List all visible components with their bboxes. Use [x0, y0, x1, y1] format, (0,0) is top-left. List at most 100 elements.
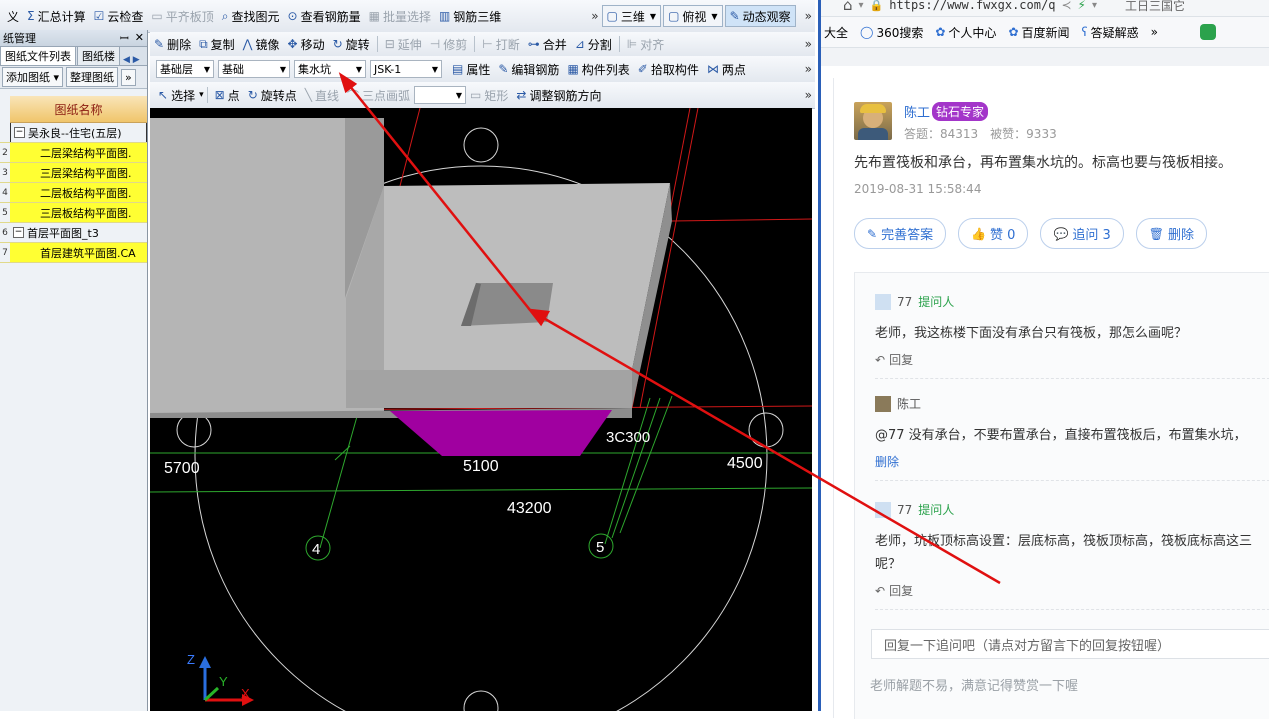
- improve-answer-button[interactable]: ✎ 完善答案: [854, 218, 947, 249]
- component-name-combo[interactable]: JSK-1 ▼: [370, 60, 442, 78]
- collapse-icon[interactable]: −: [14, 127, 25, 138]
- draw-button-6[interactable]: ⇄ 调整钢筋方向: [512, 85, 605, 105]
- main-button-1[interactable]: Σ 汇总计算: [23, 6, 90, 26]
- bookmark-item-1[interactable]: ◯ 360搜索: [860, 24, 923, 41]
- bookmarks-more-icon[interactable]: »: [1151, 25, 1158, 39]
- draw-button-0[interactable]: ↖ 选择: [154, 85, 199, 105]
- commenter-name[interactable]: 陈工: [897, 395, 921, 412]
- follow-up-button[interactable]: 💬 追问 3: [1040, 218, 1124, 249]
- orbit-handle-left[interactable]: [176, 412, 212, 448]
- drawing-name-cell[interactable]: 二层梁结构平面图.: [10, 143, 147, 162]
- toolbar-overflow-icon[interactable]: »: [588, 9, 601, 23]
- edit-button-9[interactable]: ⊿ 分割: [571, 34, 616, 54]
- prop-button-3[interactable]: ✐ 拾取构件: [634, 59, 703, 79]
- edit-overflow-icon[interactable]: »: [802, 37, 815, 51]
- avatar[interactable]: [854, 102, 892, 140]
- edit-button-2[interactable]: ⋀ 镜像: [239, 34, 284, 54]
- drawing-row[interactable]: 4 二层板结构平面图.: [0, 183, 147, 203]
- lightning-icon[interactable]: ⚡: [1078, 0, 1086, 12]
- main-button-4[interactable]: ⌕ 查找图元: [218, 6, 284, 26]
- commenter-avatar[interactable]: [875, 501, 891, 518]
- tab-fragment[interactable]: 工日三国它: [1125, 0, 1185, 14]
- 3d-viewport[interactable]: 4 5 5700 5100 3C300 4500 43200 Z Y X: [150, 108, 812, 711]
- collapse-icon[interactable]: −: [13, 227, 24, 238]
- comment-action[interactable]: ↶ 回复: [875, 351, 1269, 368]
- drawing-name-cell[interactable]: − 首层平面图_t3: [10, 223, 147, 242]
- tab-drawing-files[interactable]: 图纸文件列表: [0, 46, 76, 65]
- main-button-5[interactable]: ⊙ 查看钢筋量: [284, 6, 365, 26]
- commenter-name[interactable]: 77: [897, 295, 912, 309]
- main-button-2[interactable]: ☑ 云检查: [90, 6, 148, 26]
- row-index: 7: [2, 247, 8, 258]
- commenter-avatar[interactable]: [875, 293, 891, 310]
- orbit-handle-bottom[interactable]: [463, 690, 499, 711]
- view-dropdown-icon[interactable]: ▼: [711, 12, 717, 21]
- prop-button-0[interactable]: ▤ 属性: [448, 59, 494, 79]
- drawing-name-cell[interactable]: 三层梁结构平面图.: [10, 163, 147, 182]
- edit-button-1[interactable]: ⧉ 复制: [195, 34, 239, 54]
- tab-scroll-arrows-icon[interactable]: ◀ ▶: [123, 55, 140, 65]
- url-text[interactable]: https://www.fwxgx.com/q: [889, 0, 1055, 12]
- prop-button-4[interactable]: ⋈ 两点: [703, 59, 750, 79]
- toolbar-overflow-icon-2[interactable]: »: [802, 9, 815, 23]
- comment-action[interactable]: 删除: [875, 453, 1269, 470]
- component-type-combo[interactable]: 集水坑 ▼: [294, 60, 366, 78]
- edit-button-0[interactable]: ✎ 删除: [150, 34, 195, 54]
- drawing-name-cell[interactable]: 三层板结构平面图.: [10, 203, 147, 222]
- drawing-name-cell[interactable]: 二层板结构平面图.: [10, 183, 147, 202]
- author-name[interactable]: 陈工: [904, 102, 930, 121]
- category-combo[interactable]: 基础 ▼: [218, 60, 290, 78]
- view-button-0[interactable]: ▢ 三维 ▼: [601, 5, 662, 27]
- pin-icon[interactable]: ꟷ: [120, 31, 129, 46]
- main-button-1-icon: Σ: [27, 9, 35, 23]
- prop-button-2[interactable]: ▦ 构件列表: [563, 59, 633, 79]
- reply-box[interactable]: 回复一下追问吧（请点对方留言下的回复按钮喔）: [871, 629, 1269, 659]
- like-button[interactable]: 👍 赞 0: [958, 218, 1029, 249]
- drawing-row[interactable]: 3 三层梁结构平面图.: [0, 163, 147, 183]
- drawing-row[interactable]: 5 三层板结构平面图.: [0, 203, 147, 223]
- main-button-7[interactable]: ▥ 钢筋三维: [435, 6, 505, 26]
- close-icon[interactable]: ✕: [135, 31, 144, 46]
- orbit-handle-top[interactable]: [463, 127, 499, 163]
- drawing-name-cell[interactable]: − 吴永良--住宅(五层): [10, 123, 147, 142]
- edit-button-4[interactable]: ↻ 旋转: [329, 34, 374, 54]
- commenter-avatar[interactable]: [875, 395, 891, 412]
- draw-button-2[interactable]: ↻ 旋转点: [244, 85, 301, 105]
- delete-button[interactable]: 🗑 删除: [1135, 218, 1208, 249]
- tab-drawing-floors[interactable]: 图纸楼: [77, 46, 120, 65]
- select-dropdown-icon[interactable]: ▾: [199, 90, 204, 100]
- prop-button-1[interactable]: ✎ 编辑钢筋: [494, 59, 563, 79]
- view-dropdown-icon[interactable]: ▼: [650, 12, 656, 21]
- home-icon[interactable]: ⌂: [843, 0, 853, 14]
- view-button-2[interactable]: ✎ 动态观察: [724, 5, 796, 27]
- bookmark-item-3[interactable]: ✿ 百度新闻: [1008, 24, 1069, 41]
- draw-overflow-icon[interactable]: »: [802, 88, 815, 102]
- drawing-name-cell[interactable]: 首层建筑平面图.CA: [10, 243, 147, 262]
- bookmark-item-0[interactable]: 大全: [821, 24, 848, 41]
- drawing-row[interactable]: 6− 首层平面图_t3: [0, 223, 147, 243]
- view-button-1[interactable]: ▢ 俯视 ▼: [663, 5, 723, 27]
- main-button-0[interactable]: 义: [0, 6, 23, 26]
- draw-button-1[interactable]: ⊠ 点: [211, 85, 244, 105]
- floor-combo[interactable]: 基础层 ▼: [156, 60, 214, 78]
- add-drawing-button[interactable]: 添加图纸 ▾: [2, 67, 64, 87]
- edit-button-8[interactable]: ⊶ 合并: [524, 34, 571, 54]
- comment-action[interactable]: ↶ 回复: [875, 582, 1269, 599]
- edit-button-3[interactable]: ✥ 移动: [284, 34, 329, 54]
- drawing-row[interactable]: 2 二层梁结构平面图.: [0, 143, 147, 163]
- dropdown-icon[interactable]: ▾: [859, 0, 864, 11]
- bookmark-item-4[interactable]: ʕ 答疑解惑: [1082, 24, 1139, 41]
- prop-overflow-icon[interactable]: »: [802, 62, 815, 76]
- extension-icon[interactable]: [1200, 24, 1216, 40]
- panel-more-button[interactable]: »: [121, 68, 136, 86]
- organize-drawing-button[interactable]: 整理图纸: [66, 67, 119, 87]
- sump-pit-bottom[interactable]: [390, 410, 612, 456]
- commenter-name[interactable]: 77: [897, 503, 912, 517]
- edit-button-1-icon: ⧉: [199, 36, 208, 51]
- drawing-row[interactable]: 7 首层建筑平面图.CA: [0, 243, 147, 263]
- share-icon[interactable]: ≺: [1061, 0, 1071, 12]
- address-dropdown-icon[interactable]: ▾: [1092, 0, 1097, 11]
- toolbar-separator: [376, 36, 378, 52]
- drawing-row[interactable]: − 吴永良--住宅(五层): [0, 123, 147, 143]
- bookmark-item-2[interactable]: ✿ 个人中心: [935, 24, 996, 41]
